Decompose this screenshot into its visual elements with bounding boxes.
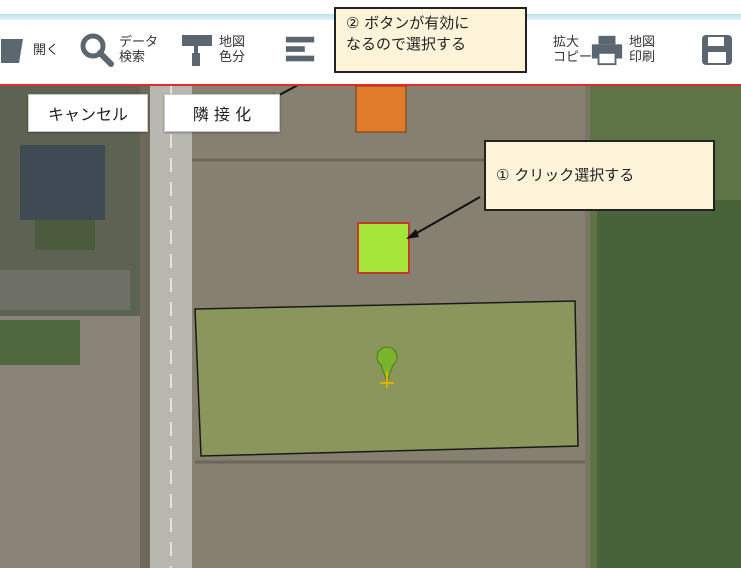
zoom-copy-button[interactable]: 拡大 コピー xyxy=(540,26,592,74)
open-button[interactable]: 開く xyxy=(0,26,59,74)
printer-icon xyxy=(590,33,624,67)
adjacent-button[interactable]: 隣 接 化 xyxy=(164,94,280,132)
layers-button[interactable] xyxy=(284,26,318,74)
cancel-button[interactable]: キャンセル xyxy=(28,94,148,132)
step2-callout: ② ボタンが有効に なるので選択する xyxy=(334,7,527,73)
map-print-button[interactable]: 地図 印刷 xyxy=(590,26,655,74)
save-button[interactable] xyxy=(700,26,734,74)
folder-icon xyxy=(0,33,28,67)
search-icon xyxy=(80,33,114,67)
data-search-button[interactable]: データ 検索 xyxy=(80,26,158,74)
copy-icon xyxy=(540,33,548,67)
map-color-button[interactable]: 地図 色分 xyxy=(180,26,245,74)
paint-roller-icon xyxy=(180,33,214,67)
layers-icon xyxy=(284,33,318,67)
step1-callout: ① クリック選択する xyxy=(484,140,715,211)
save-icon xyxy=(700,33,734,67)
